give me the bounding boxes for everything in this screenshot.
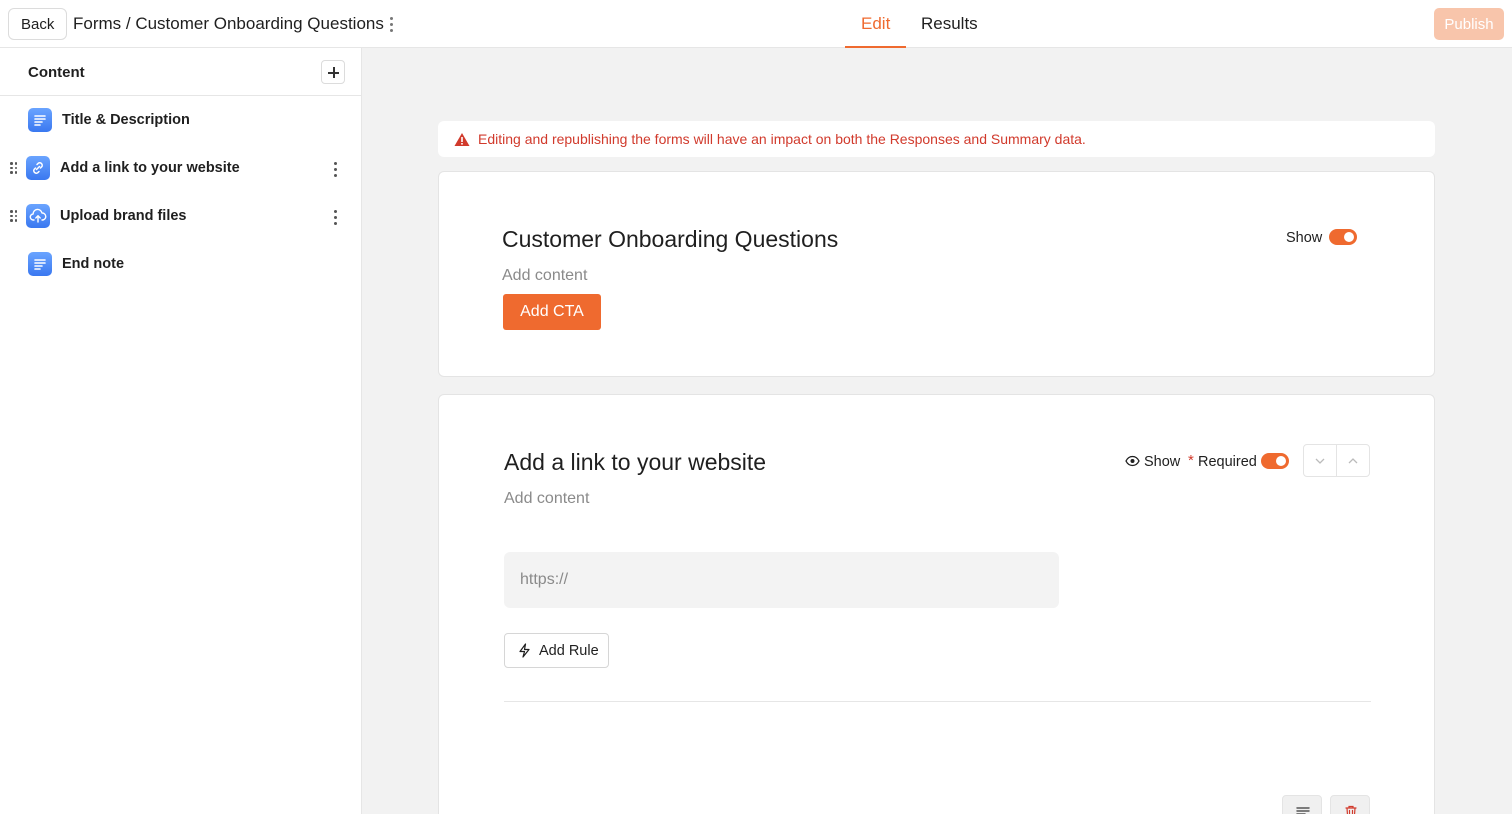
question-description-placeholder[interactable]: Add content [504, 490, 589, 508]
sidebar-title: Content [28, 64, 85, 81]
warning-text: Editing and republishing the forms will … [478, 131, 1086, 147]
add-content-button[interactable] [321, 60, 345, 84]
show-toggle[interactable] [1329, 229, 1357, 245]
add-rule-button[interactable]: Add Rule [504, 633, 609, 668]
sidebar-item-end-note[interactable]: End note [0, 242, 361, 286]
sidebar-header: Content [0, 48, 361, 96]
title-description-card: Customer Onboarding Questions Add conten… [438, 171, 1435, 377]
cloud-upload-icon [26, 204, 50, 228]
website-url-input[interactable] [504, 552, 1059, 608]
divider [504, 701, 1371, 702]
trash-icon [1345, 805, 1357, 814]
add-cta-button[interactable]: Add CTA [503, 294, 601, 330]
tab-results[interactable]: Results [921, 14, 978, 34]
sidebar-item-add-link[interactable]: Add a link to your website [0, 146, 361, 190]
warning-banner: Editing and republishing the forms will … [438, 121, 1435, 157]
form-title[interactable]: Customer Onboarding Questions [502, 226, 838, 253]
question-title[interactable]: Add a link to your website [504, 449, 766, 476]
sidebar-item-label: Add a link to your website [60, 160, 240, 176]
required-toggle[interactable] [1261, 453, 1289, 469]
chevron-down-icon [1315, 458, 1325, 464]
top-bar: Back Forms / Customer Onboarding Questio… [0, 0, 1512, 48]
delete-question-button[interactable] [1330, 795, 1370, 814]
drag-handle-icon[interactable] [10, 162, 18, 174]
required-label: Required [1198, 454, 1257, 470]
active-tab-indicator [845, 46, 906, 48]
show-label: Show [1144, 454, 1181, 470]
link-icon [26, 156, 50, 180]
tab-edit[interactable]: Edit [861, 14, 890, 34]
sidebar-item-label: End note [62, 256, 125, 272]
chevron-up-icon [1348, 457, 1358, 463]
publish-button[interactable]: Publish [1434, 8, 1504, 40]
text-lines-icon [28, 252, 52, 276]
item-more-options-icon[interactable] [327, 159, 343, 179]
content-sidebar: Content Title & Description Add a link t… [0, 48, 362, 814]
sidebar-item-upload-brand-files[interactable]: Upload brand files [0, 194, 361, 238]
text-lines-icon [28, 108, 52, 132]
form-more-options-icon[interactable] [383, 14, 399, 34]
sidebar-item-label: Upload brand files [60, 208, 187, 224]
sidebar-item-label: Title & Description [62, 112, 190, 128]
breadcrumb: Forms / Customer Onboarding Questions [73, 14, 384, 33]
back-button[interactable]: Back [8, 8, 68, 40]
show-label: Show [1286, 230, 1323, 246]
lightning-bolt-icon [517, 643, 532, 661]
question-card-website-link: Add a link to your website Add content S… [438, 394, 1435, 814]
move-up-button[interactable] [1336, 444, 1370, 477]
description-placeholder[interactable]: Add content [502, 267, 587, 285]
add-rule-label: Add Rule [539, 643, 599, 659]
eye-icon[interactable] [1125, 454, 1140, 472]
sidebar-item-title-description[interactable]: Title & Description [0, 98, 361, 142]
required-asterisk: * [1188, 452, 1194, 469]
text-format-button[interactable] [1282, 795, 1322, 814]
move-down-button[interactable] [1303, 444, 1337, 477]
item-more-options-icon[interactable] [327, 207, 343, 227]
drag-handle-icon[interactable] [10, 210, 18, 222]
warning-triangle-icon [454, 132, 470, 152]
text-align-icon [1296, 807, 1310, 814]
